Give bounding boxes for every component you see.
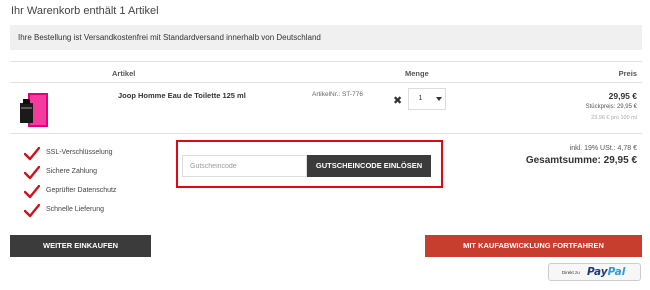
trust-features-list: SSL-Verschlüsselung Sichere Zahlung Gepr… [24, 146, 164, 222]
product-name[interactable]: Joop Homme Eau de Toilette 125 ml [118, 91, 246, 100]
shipping-notice-text: Ihre Bestellung ist Versandkostenfrei mi… [18, 33, 321, 42]
feature-label: Geprüfter Datenschutz [46, 187, 117, 194]
cart-heading: Ihr Warenkorb enthält 1 Artikel [11, 5, 159, 17]
column-header-price: Preis [618, 69, 637, 78]
product-image[interactable] [15, 89, 55, 129]
divider [10, 133, 642, 134]
item-price: 29,95 € [608, 91, 637, 101]
feature-label: Schnelle Lieferung [46, 206, 104, 213]
feature-label: SSL-Verschlüsselung [46, 149, 113, 156]
paypal-logo-pay: Pay [587, 266, 608, 278]
feature-ssl: SSL-Verschlüsselung [24, 146, 164, 165]
divider [10, 61, 642, 62]
paypal-logo-pal: Pal [607, 266, 626, 278]
paypal-express-button[interactable]: Direkt zu PayPal [548, 263, 641, 281]
paypal-prefix-label: Direkt zu [562, 270, 580, 275]
check-icon [24, 166, 40, 180]
check-icon [24, 147, 40, 161]
base-price: 23,96 € pro 100 ml [591, 115, 637, 121]
paypal-logo: PayPal [587, 266, 625, 278]
check-icon [24, 204, 40, 218]
feature-privacy: Geprüfter Datenschutz [24, 184, 164, 203]
feature-fast-delivery: Schnelle Lieferung [24, 203, 164, 222]
chevron-down-icon[interactable] [432, 88, 446, 110]
column-header-quantity: Menge [405, 69, 429, 78]
divider [10, 82, 642, 83]
grand-total: Gesamtsumme: 29,95 € [525, 155, 637, 166]
article-number: ArtikelNr.: ST-776 [312, 91, 363, 98]
unit-price: Stückpreis: 29,95 € [585, 104, 637, 110]
remove-item-close-icon[interactable]: ✖ [393, 96, 402, 107]
column-header-article: Artikel [112, 69, 136, 78]
proceed-to-checkout-button[interactable]: MIT KAUFABWICKLUNG FORTFAHREN [425, 235, 642, 257]
check-icon [24, 185, 40, 199]
tax-info: inkl. 19% USt.: 4,78 € [569, 145, 637, 152]
continue-shopping-button[interactable]: WEITER EINKAUFEN [10, 235, 151, 257]
feature-label: Sichere Zahlung [46, 168, 97, 175]
shipping-notice-banner: Ihre Bestellung ist Versandkostenfrei mi… [10, 25, 642, 50]
feature-secure-payment: Sichere Zahlung [24, 165, 164, 184]
redeem-voucher-button[interactable]: GUTSCHEINCODE EINLÖSEN [307, 155, 431, 177]
voucher-code-input[interactable] [182, 155, 307, 177]
quantity-select[interactable]: 1 [408, 88, 432, 110]
